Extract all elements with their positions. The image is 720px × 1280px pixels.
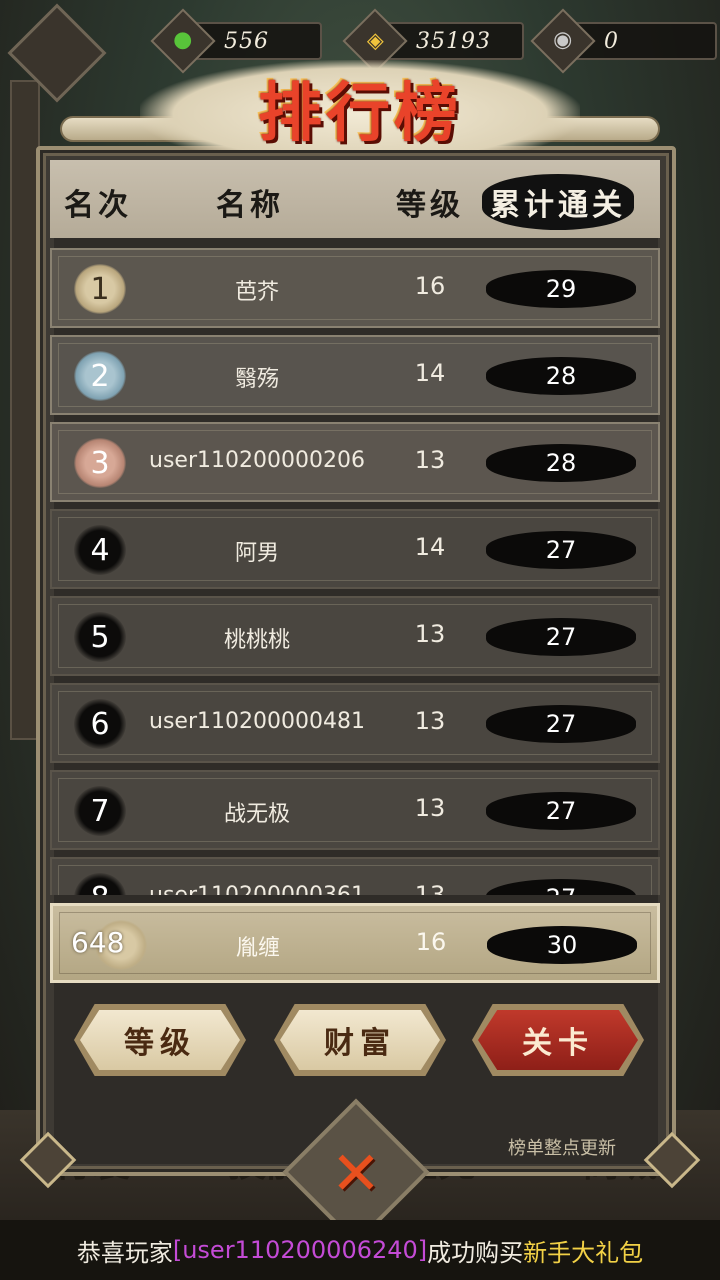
stages-cleared: 28 [486,357,636,395]
announcement-prefix: 恭喜玩家 [76,1238,173,1267]
update-note: 榜单整点更新 [508,1138,616,1159]
my-level: 16 [415,928,447,956]
stages-cleared: 27 [486,705,636,743]
player-name: 战无极 [223,802,290,827]
my-rank: 648 [71,926,125,959]
player-level: 16 [414,272,446,300]
resource-green-orb: ● 556 [150,8,322,74]
player-level: 13 [414,707,446,735]
player-name: 阿男 [234,541,279,566]
player-level: 14 [414,533,446,561]
player-level: 14 [414,359,446,387]
leaderboard-row[interactable]: 4 阿男 14 27 [50,509,660,589]
leaderboard-row[interactable]: 6 user110200000481 13 27 [50,683,660,763]
leaderboard-row[interactable]: 7 战无极 13 27 [50,770,660,850]
player-level: 13 [414,446,446,474]
tab-level[interactable]: 等级 [80,1010,240,1070]
resource-value: 0 [604,28,619,54]
rank-badge: 6 [74,699,126,749]
player-name: user110200000206 [149,448,365,473]
column-header-name: 名称 [216,188,284,223]
leaderboard-row[interactable]: 5 桃桃桃 13 27 [50,596,660,676]
stages-cleared: 29 [486,270,636,308]
leaderboard-header: 名次 名称 等级 累计通关 [50,160,660,238]
my-name: 胤缠 [235,936,280,961]
rank-badge: 2 [74,351,126,401]
tab-wealth[interactable]: 财富 [280,1010,440,1070]
stages-cleared: 27 [486,531,636,569]
announcement-user: [user110200006240] [172,1236,428,1264]
leaderboard-row[interactable]: 8 user110200000361 13 27 [50,857,660,895]
player-name: 桃桃桃 [223,628,290,653]
player-name: user110200000481 [149,709,365,734]
rank-badge: 7 [74,786,126,836]
player-level: 13 [414,794,446,822]
leaderboard-row[interactable]: 2 翳殇 14 28 [50,335,660,415]
resource-silver-token: ◉ 0 [530,8,717,74]
announcement-bar: 恭喜玩家 [user110200006240] 成功购买 新手大礼包 [0,1220,720,1280]
resource-value: 556 [224,28,269,54]
my-stages-cleared: 30 [487,926,637,964]
tab-stages[interactable]: 关卡 [478,1010,638,1070]
player-level: 13 [414,620,446,648]
player-name: 芭芥 [234,280,279,305]
player-name: user110200000361 [132,883,382,895]
column-header-rank: 名次 [64,188,132,223]
rank-badge: 5 [74,612,126,662]
close-icon[interactable]: ✕ [304,1134,408,1214]
stages-cleared: 28 [486,444,636,482]
rank-badge: 4 [74,525,126,575]
rank-badge: 3 [74,438,126,488]
resource-value: 35193 [416,28,491,54]
my-rank-row: 648 胤缠 16 30 [50,903,660,983]
column-header-level: 等级 [396,188,464,223]
announcement-item: 新手大礼包 [523,1238,644,1267]
stages-cleared: 27 [486,618,636,656]
resource-gold-coin: ◈ 35193 [342,8,524,74]
leaderboard-list[interactable]: 1 芭芥 16 29 2 翳殇 14 28 3 user110200000206… [50,248,660,895]
leaderboard-row[interactable]: 1 芭芥 16 29 [50,248,660,328]
page-title: 排行榜 [258,76,462,151]
announcement-middle: 成功购买 [427,1238,524,1267]
rank-badge: 1 [74,264,126,314]
player-level: 13 [414,881,446,895]
stages-cleared: 27 [486,792,636,830]
player-name: 翳殇 [234,367,279,392]
column-header-stages: 累计通关 [482,174,634,230]
leaderboard-row[interactable]: 3 user110200000206 13 28 [50,422,660,502]
